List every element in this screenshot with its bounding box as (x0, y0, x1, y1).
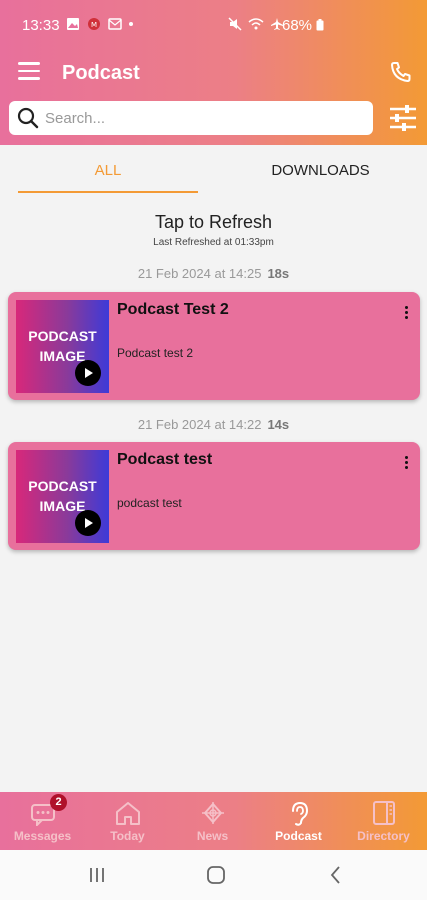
dot-icon (129, 22, 133, 26)
episode-title: Podcast test (117, 451, 213, 468)
menu-icon[interactable] (18, 62, 40, 80)
home-button-icon[interactable] (204, 864, 228, 886)
episode-duration: 18s (267, 266, 290, 281)
notification-icons: M (66, 17, 134, 31)
wifi-icon (248, 17, 264, 29)
battery-percent: 68% (282, 17, 324, 34)
recent-apps-icon[interactable] (85, 864, 109, 886)
status-bar: 13:33 M 68% (0, 0, 427, 44)
episode-description: podcast test (117, 496, 182, 510)
episode-card[interactable]: PODCAST IMAGE Podcast Test 2 Podcast tes… (8, 292, 420, 400)
nav-label: Directory (357, 829, 410, 843)
tab-downloads[interactable]: DOWNLOADS (228, 162, 413, 179)
podcast-image-text: PODCAST IMAGE (28, 328, 97, 364)
bottom-nav: 2 Messages Today News Podcast Directory (0, 792, 427, 850)
episode-description: Podcast test 2 (117, 346, 194, 360)
nav-today[interactable]: Today (85, 792, 170, 850)
search-input[interactable] (45, 109, 345, 127)
nav-label: Today (110, 829, 145, 843)
tab-indicator (18, 191, 198, 193)
podcast-image: PODCAST IMAGE (16, 450, 109, 543)
app-notification-icon: M (88, 18, 100, 30)
filter-icon[interactable] (388, 104, 418, 132)
play-icon[interactable] (75, 510, 101, 536)
news-icon (202, 802, 224, 824)
episode-card[interactable]: PODCAST IMAGE Podcast test podcast test (8, 442, 420, 550)
play-icon[interactable] (75, 360, 101, 386)
refresh-button[interactable]: Tap to Refresh Last Refreshed at 01:33pm (0, 212, 427, 248)
system-nav-bar (0, 850, 427, 900)
tab-bar: ALL DOWNLOADS (0, 145, 427, 195)
page-title: Podcast (62, 62, 140, 84)
nav-messages[interactable]: 2 Messages (0, 792, 85, 850)
search-box[interactable] (9, 101, 373, 135)
nav-label: Podcast (275, 829, 322, 843)
episode-duration: 14s (267, 417, 290, 432)
last-refreshed-label: Last Refreshed at 01:33pm (153, 237, 274, 248)
episode-date: 21 Feb 2024 at 14:22 (137, 417, 262, 432)
nav-podcast[interactable]: Podcast (256, 792, 341, 850)
home-icon (116, 802, 140, 825)
podcast-image-text: PODCAST IMAGE (28, 478, 97, 514)
refresh-title: Tap to Refresh (154, 212, 273, 232)
search-icon (17, 107, 39, 129)
nav-label: News (196, 829, 229, 843)
status-time: 13:33 (22, 17, 60, 34)
more-options-icon[interactable] (402, 306, 410, 322)
image-icon (67, 18, 79, 30)
episode-date-row: 21 Feb 2024 at 14:25 18s (0, 266, 427, 281)
ear-icon (292, 801, 309, 826)
header: 13:33 M 68% Podcast (0, 0, 427, 145)
tab-all[interactable]: ALL (18, 162, 198, 179)
system-status-icons (228, 17, 284, 31)
app-bar: Podcast (0, 48, 427, 96)
nav-label: Messages (13, 829, 72, 843)
nav-news[interactable]: News (170, 792, 255, 850)
more-options-icon[interactable] (402, 456, 410, 472)
unread-badge: 2 (50, 794, 67, 811)
episode-date-row: 21 Feb 2024 at 14:22 14s (0, 417, 427, 432)
episode-title: Podcast Test 2 (117, 301, 229, 318)
phone-icon[interactable] (389, 60, 413, 84)
episode-date: 21 Feb 2024 at 14:25 (137, 266, 262, 281)
back-icon[interactable] (324, 864, 348, 886)
podcast-image: PODCAST IMAGE (16, 300, 109, 393)
battery-icon (316, 19, 324, 31)
mute-icon (228, 17, 242, 31)
mail-icon (108, 18, 122, 30)
svg-text:M: M (91, 21, 97, 29)
nav-directory[interactable]: Directory (341, 792, 426, 850)
directory-icon (373, 801, 395, 825)
